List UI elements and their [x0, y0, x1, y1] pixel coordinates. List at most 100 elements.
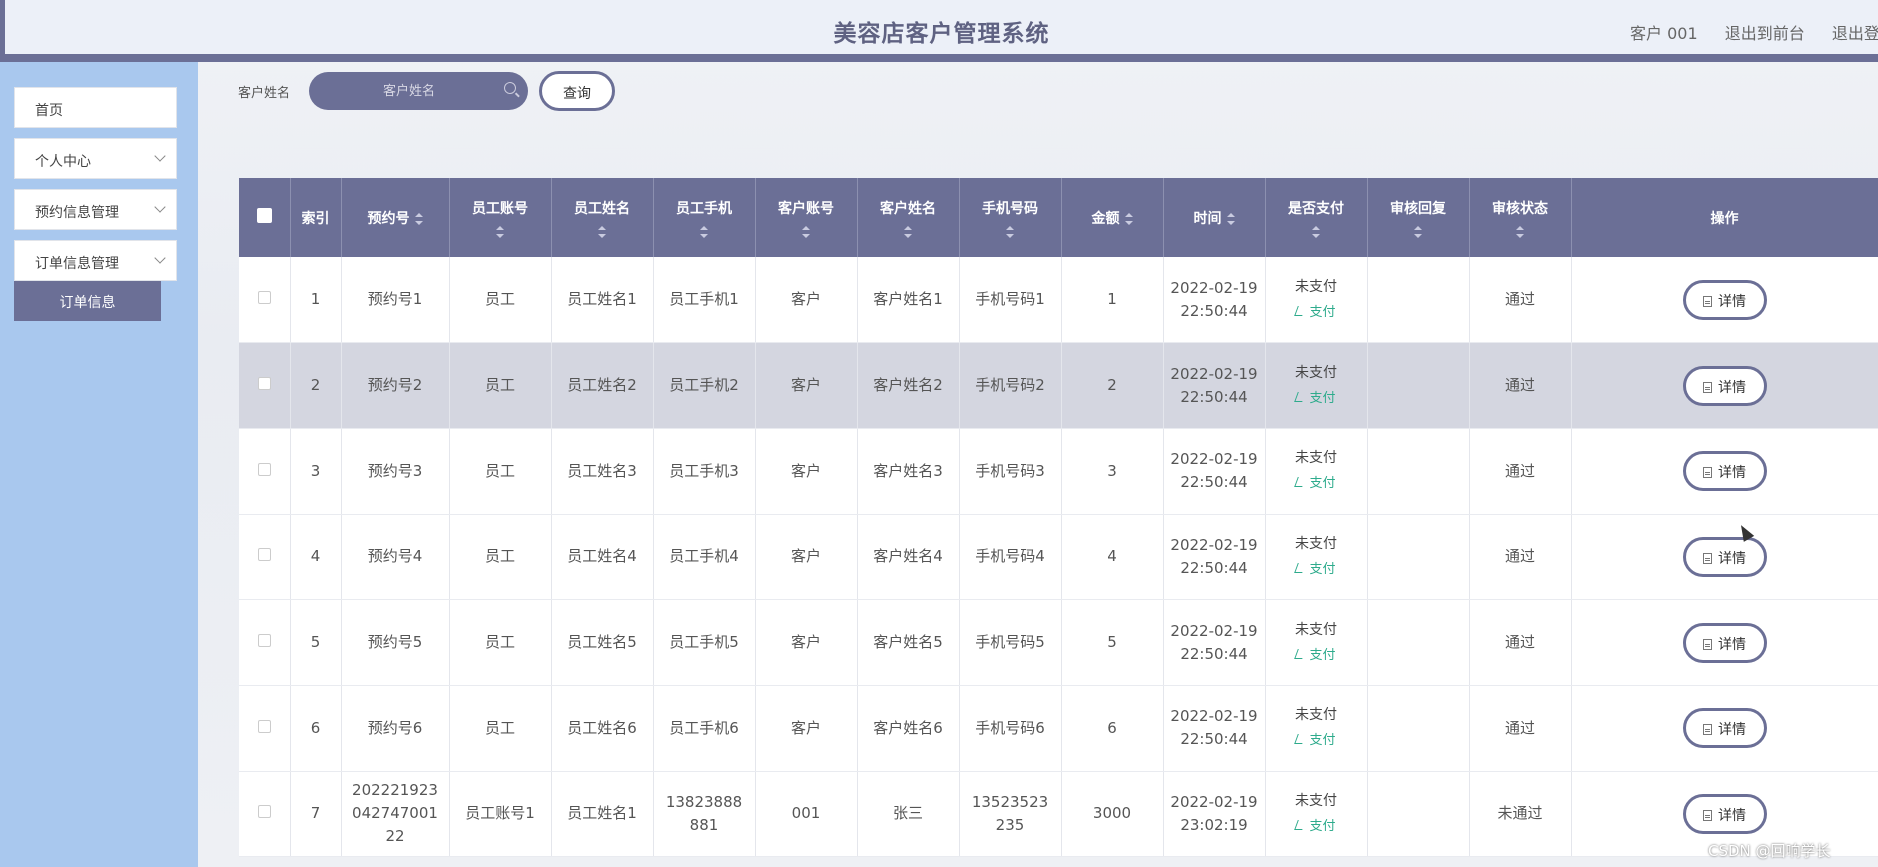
customer-name-search-input[interactable] [329, 80, 489, 102]
table-row[interactable]: 4 预约号4 员工 员工姓名4 员工手机4 客户 客户姓名4 手机号码4 4 2022-02-19… [239, 514, 1878, 601]
detail-button[interactable]: 详情 [1682, 622, 1767, 663]
customer-name-cell: 客户姓名5 [857, 599, 960, 686]
paid-cell: 未支付 支付 [1265, 342, 1368, 429]
select-all-checkbox[interactable] [256, 208, 272, 223]
query-button[interactable]: 查询 [539, 71, 615, 111]
document-icon [1703, 724, 1712, 736]
employee-account-cell: 员工 [449, 685, 552, 772]
row-checkbox[interactable] [257, 548, 271, 562]
table-row[interactable]: 2 预约号2 员工 员工姓名2 员工手机2 客户 客户姓名2 手机号码2 2 2022-02-19… [239, 342, 1878, 429]
phone-cell: 手机号码6 [959, 685, 1062, 772]
index-cell: 2 [290, 342, 342, 429]
employee-name-cell: 员工姓名3 [551, 428, 654, 515]
col-header-employee-account[interactable]: 员工账号 [449, 178, 552, 257]
actions-cell: 详情 [1571, 342, 1878, 429]
sort-icon[interactable] [496, 225, 504, 238]
actions-cell: 详情 [1571, 514, 1878, 601]
row-checkbox[interactable] [257, 377, 271, 391]
customer-name-cell: 客户姓名1 [857, 257, 960, 344]
detail-button[interactable]: 详情 [1682, 279, 1767, 320]
paid-cell: 未支付 支付 [1265, 428, 1368, 515]
sort-icon[interactable] [598, 225, 606, 238]
sidebar-item-home[interactable]: 首页 [14, 87, 177, 128]
sidebar-subitem-order-info[interactable]: 订单信息 [14, 281, 161, 321]
sidebar-item-booking-management[interactable]: 预约信息管理 [14, 189, 177, 230]
sort-icon[interactable] [1312, 225, 1320, 238]
col-header-time[interactable]: 时间 [1163, 178, 1266, 257]
table-row[interactable]: 3 预约号3 员工 员工姓名3 员工手机3 客户 客户姓名3 手机号码3 3 2022-02-19… [239, 428, 1878, 515]
paid-cell: 未支付 支付 [1265, 599, 1368, 686]
time-cell: 2022-02-19 22:50:44 [1163, 257, 1266, 344]
pay-status: 未支付 [1295, 364, 1337, 381]
sidebar-item-order-management[interactable]: 订单信息管理 [14, 240, 177, 281]
col-header-review-status[interactable]: 审核状态 [1469, 178, 1572, 257]
sort-icon[interactable] [700, 225, 708, 238]
amount-cell: 4 [1061, 514, 1164, 601]
col-header-employee-phone[interactable]: 员工手机 [653, 178, 756, 257]
row-checkbox[interactable] [257, 291, 271, 305]
col-header-paid[interactable]: 是否支付 [1265, 178, 1368, 257]
col-header-booking-no[interactable]: 预约号 [341, 178, 450, 257]
table-row[interactable]: 6 预约号6 员工 员工姓名6 员工手机6 客户 客户姓名6 手机号码6 6 2022-02-19… [239, 685, 1878, 772]
review-status-cell: 未通过 [1469, 771, 1572, 858]
pay-link[interactable]: 支付 [1266, 729, 1367, 752]
app-title: 美容店客户管理系统 [833, 21, 1050, 47]
table-row[interactable]: 1 预约号1 员工 员工姓名1 员工手机1 客户 客户姓名1 手机号码1 1 2022-02-19… [239, 257, 1878, 344]
col-header-employee-name[interactable]: 员工姓名 [551, 178, 654, 257]
amount-cell: 1 [1061, 257, 1164, 344]
pay-link[interactable]: 支付 [1266, 815, 1367, 838]
employee-phone-cell: 员工手机5 [653, 599, 756, 686]
sort-icon[interactable] [1226, 212, 1235, 225]
sort-icon[interactable] [1006, 225, 1014, 238]
paid-cell: 未支付 支付 [1265, 257, 1368, 344]
pay-link[interactable]: 支付 [1266, 558, 1367, 581]
row-checkbox[interactable] [257, 805, 271, 819]
col-header-customer-account[interactable]: 客户账号 [755, 178, 858, 257]
table-row[interactable]: 5 预约号5 员工 员工姓名5 员工手机5 客户 客户姓名5 手机号码5 5 2022-02-19… [239, 599, 1878, 686]
employee-phone-cell: 员工手机1 [653, 257, 756, 344]
col-header-customer-name[interactable]: 客户姓名 [857, 178, 960, 257]
sidebar-item-personal-center[interactable]: 个人中心 [14, 138, 177, 179]
row-select-cell [239, 428, 291, 515]
pay-link[interactable]: 支付 [1266, 472, 1367, 495]
col-header-amount[interactable]: 金额 [1061, 178, 1164, 257]
detail-button[interactable]: 详情 [1682, 365, 1767, 406]
customer-name-cell: 客户姓名6 [857, 685, 960, 772]
top-header: 美容店客户管理系统 客户 001 退出到前台 退出登录 [0, 0, 1878, 62]
logout-link[interactable]: 退出登录 [1832, 24, 1878, 43]
detail-button[interactable]: 详情 [1682, 451, 1767, 492]
sort-icon[interactable] [414, 212, 423, 225]
row-select-cell [239, 685, 291, 772]
row-select-cell [239, 771, 291, 858]
user-account-link[interactable]: 客户 001 [1630, 24, 1698, 43]
detail-button[interactable]: 详情 [1682, 793, 1767, 834]
detail-button[interactable]: 详情 [1682, 708, 1767, 749]
review-status-cell: 通过 [1469, 342, 1572, 429]
amount-cell: 6 [1061, 685, 1164, 772]
pay-link[interactable]: 支付 [1266, 644, 1367, 667]
customer-name-cell: 张三 [857, 771, 960, 858]
sort-icon[interactable] [1414, 225, 1422, 238]
review-reply-cell [1367, 685, 1470, 772]
col-header-phone[interactable]: 手机号码 [959, 178, 1062, 257]
employee-name-cell: 员工姓名6 [551, 685, 654, 772]
sort-icon[interactable] [904, 225, 912, 238]
sort-icon[interactable] [802, 225, 810, 238]
row-checkbox[interactable] [257, 719, 271, 733]
detail-button[interactable]: 详情 [1682, 536, 1767, 577]
pencil-icon [1294, 819, 1307, 830]
employee-phone-cell: 员工手机6 [653, 685, 756, 772]
row-checkbox[interactable] [257, 462, 271, 476]
review-status-cell: 通过 [1469, 257, 1572, 344]
sidebar-item-label: 预约信息管理 [35, 205, 119, 221]
sort-icon[interactable] [1516, 225, 1524, 238]
table-row[interactable]: 7 20222192304274700122 员工账号1 员工姓名1 138238888… [239, 771, 1878, 858]
row-checkbox[interactable] [257, 634, 271, 648]
back-to-front-link[interactable]: 退出到前台 [1725, 24, 1805, 43]
customer-name-cell: 客户姓名3 [857, 428, 960, 515]
pay-link[interactable]: 支付 [1266, 301, 1367, 324]
amount-cell: 3000 [1061, 771, 1164, 858]
col-header-review-reply[interactable]: 审核回复 [1367, 178, 1470, 257]
pay-link[interactable]: 支付 [1266, 387, 1367, 410]
sort-icon[interactable] [1124, 212, 1133, 225]
